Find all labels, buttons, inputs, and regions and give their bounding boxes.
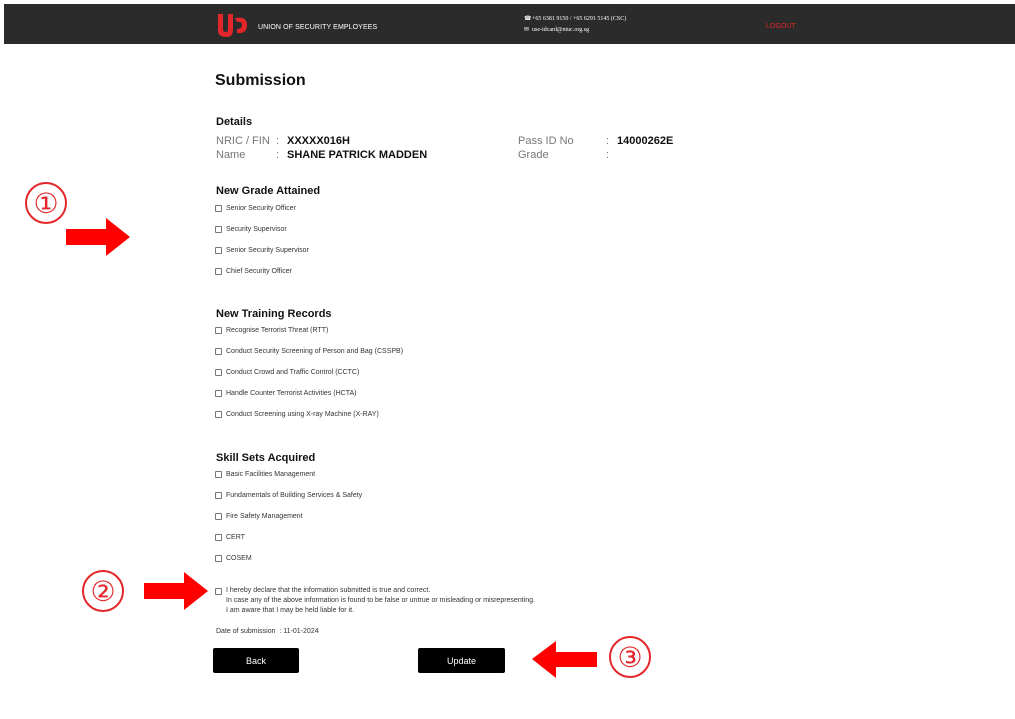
nric-colon: : [276,135,280,147]
email-address[interactable]: use-idcard@ntuc.org.sg [532,27,589,33]
mail-icon: ✉ [524,27,530,33]
checkbox[interactable] [215,491,222,499]
annotation-number-1: ① [25,182,67,224]
arrow-left-icon [532,641,597,678]
brand-name: UNION OF SECURITY EMPLOYEES [258,24,378,31]
contact-info: ☎+65 6381 9150 / +65 6291 5145 (CSC) ✉ us… [524,14,626,36]
name-value: SHANE PATRICK MADDEN [287,149,428,161]
checkbox[interactable] [215,512,222,520]
annotation-number-3: ③ [609,636,651,678]
checkbox[interactable] [215,204,222,212]
training-option[interactable]: Conduct Crowd and Traffic Control (CCTC) [215,367,359,377]
arrow-right-icon [66,218,130,256]
logout-link[interactable]: LOGOUT [766,23,796,30]
training-option[interactable]: Conduct Security Screening of Person and… [215,346,403,356]
pass-id-label: Pass ID No [518,135,574,147]
checkbox[interactable] [215,533,222,541]
details-heading: Details [216,116,253,128]
phone-number: +65 6381 9150 / +65 6291 5145 (CSC) [532,16,627,22]
checkbox[interactable] [215,267,222,275]
declaration-line: In case any of the above information is … [226,597,535,604]
nric-label: NRIC / FIN [216,135,270,147]
date-label: Date of submission [216,628,276,635]
checkbox[interactable] [215,225,222,233]
checkbox[interactable] [215,389,222,397]
training-heading: New Training Records [216,308,332,320]
training-option[interactable]: Recognise Terrorist Threat (RTT) [215,325,328,335]
skill-option[interactable]: COSEM [215,553,252,563]
checkbox[interactable] [215,470,222,478]
training-option[interactable]: Handle Counter Terrorist Activities (HCT… [215,388,356,398]
checkbox[interactable] [215,347,222,355]
arrow-right-icon [144,572,208,610]
checkbox[interactable] [215,246,222,254]
annotation-number-2: ② [82,570,124,612]
grade-label: Grade [518,149,549,161]
top-bar: UNION OF SECURITY EMPLOYEES ☎+65 6381 91… [4,4,1015,44]
declaration[interactable]: I hereby declare that the information su… [215,586,535,616]
nric-value: XXXXX016H [287,135,350,147]
skills-heading: Skill Sets Acquired [216,452,316,464]
checkbox[interactable] [215,410,222,418]
declaration-line: I am aware that I may be held liable for… [226,607,355,614]
checkbox[interactable] [215,368,222,376]
grade-heading: New Grade Attained [216,185,321,197]
grade-option[interactable]: Chief Security Officer [215,266,292,276]
name-colon: : [276,149,280,161]
name-label: Name [216,149,246,161]
skill-option[interactable]: Basic Facilities Management [215,469,315,479]
back-button[interactable]: Back [213,648,299,673]
update-button[interactable]: Update [418,648,505,673]
skill-option[interactable]: Fundamentals of Building Services & Safe… [215,490,362,500]
declaration-checkbox[interactable] [215,588,222,595]
checkbox[interactable] [215,554,222,562]
phone-icon: ☎ [524,16,532,22]
skill-option[interactable]: CERT [215,532,245,542]
logo-icon [218,14,247,37]
training-option[interactable]: Conduct Screening using X-ray Machine (X… [215,409,379,419]
page-title: Submission [215,72,306,89]
grade-option[interactable]: Senior Security Supervisor [215,245,309,255]
grade-option[interactable]: Senior Security Officer [215,203,296,213]
declaration-line: I hereby declare that the information su… [226,587,431,594]
date-of-submission: Date of submission : 11-01-2024 [216,628,319,635]
pass-id-value: 14000262E [617,135,674,147]
pass-id-colon: : [606,135,610,147]
checkbox[interactable] [215,326,222,334]
skill-option[interactable]: Fire Safety Management [215,511,303,521]
date-value: : 11-01-2024 [279,628,319,635]
grade-colon: : [606,149,610,161]
grade-option[interactable]: Security Supervisor [215,224,287,234]
